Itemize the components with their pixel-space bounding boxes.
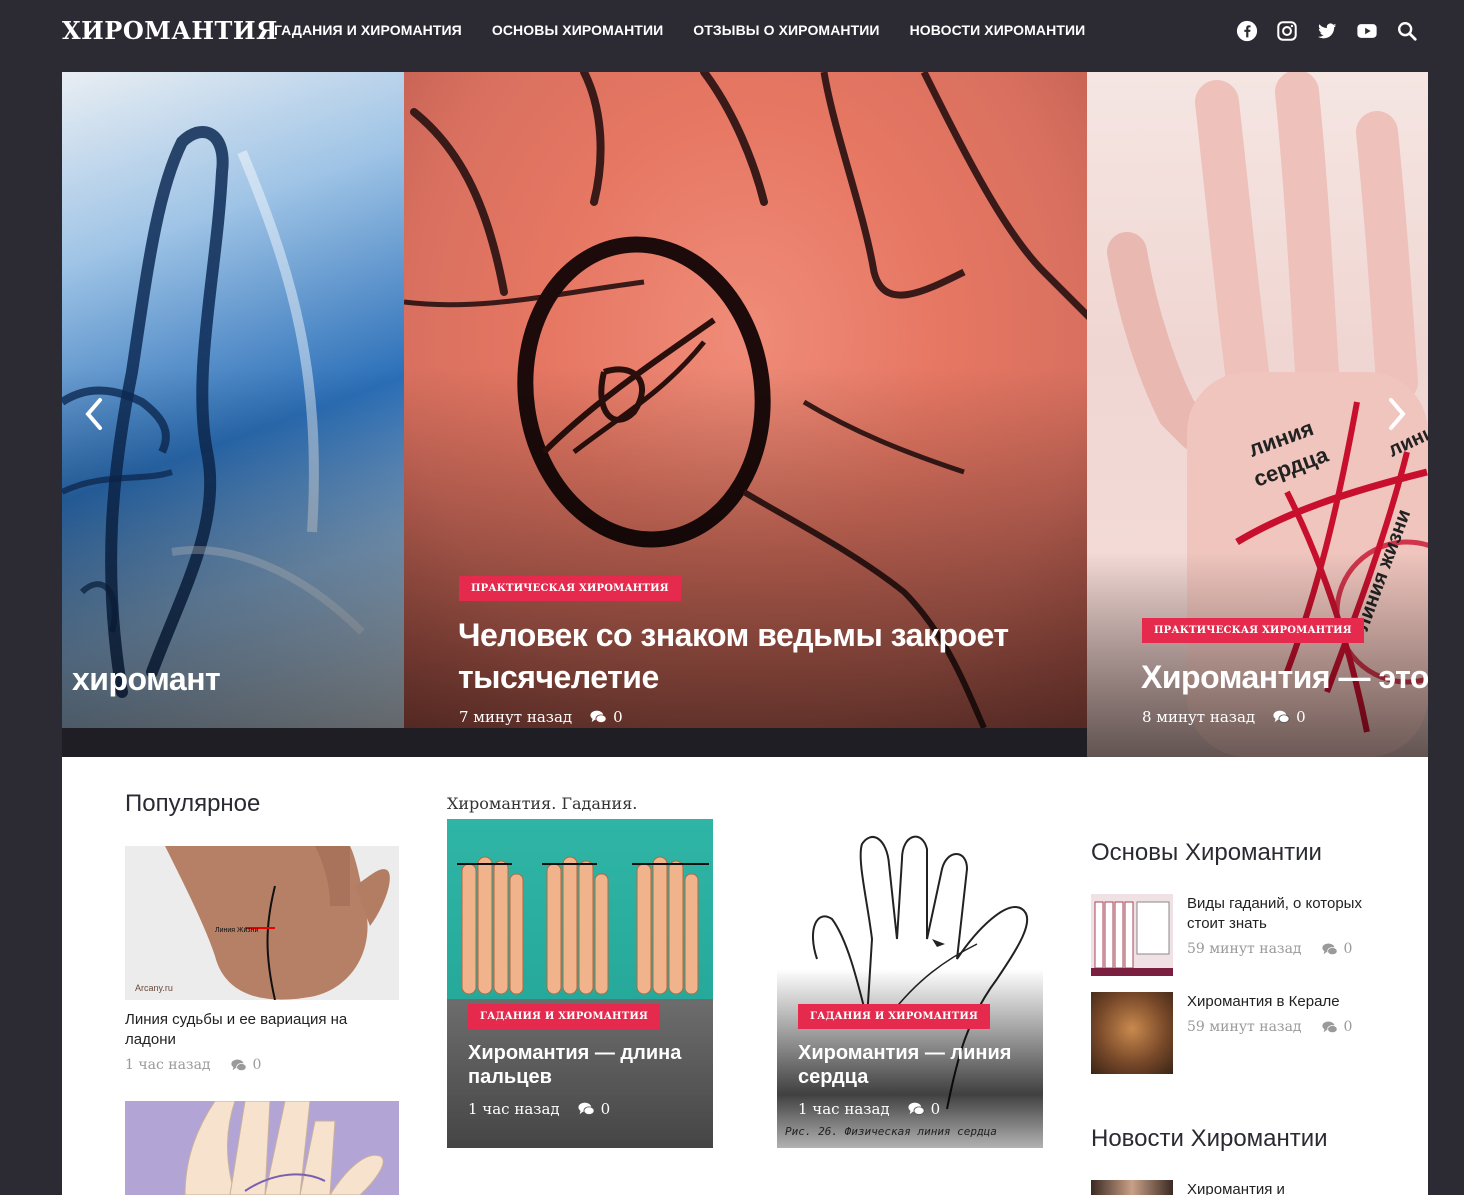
slide-center-category[interactable]: ПРАКТИЧЕСКАЯ ХИРОМАНТИЯ <box>459 576 681 601</box>
center-card-2-image-caption: Рис. 26. Физическая линия сердца <box>785 1125 997 1138</box>
slider-prev-arrow[interactable] <box>82 396 106 432</box>
popular-item-time: 1 час назад <box>125 1057 211 1073</box>
slide-right-time: 8 минут назад <box>1142 708 1256 726</box>
instagram-icon[interactable] <box>1276 20 1298 42</box>
osnovy-item-2-title[interactable]: Хиромантия в Керале <box>1187 992 1362 1012</box>
osnovy-item-1-title[interactable]: Виды гаданий, о которых стоит знать <box>1187 894 1362 934</box>
comments-icon <box>590 710 607 723</box>
slide-right-title[interactable]: Хиромантия — это к <box>1141 656 1428 698</box>
slide-left[interactable]: хиромант <box>62 72 404 728</box>
comments-icon <box>1321 943 1338 955</box>
center-card-2[interactable]: ГАДАНИЯ И ХИРОМАНТИЯ Хиромантия — линия … <box>777 819 1043 1148</box>
slide-right-category[interactable]: ПРАКТИЧЕСКАЯ ХИРОМАНТИЯ <box>1142 618 1364 643</box>
youtube-icon[interactable] <box>1356 20 1378 42</box>
center-card-1-comments[interactable]: 0 <box>578 1100 610 1118</box>
osnovy-item-1-meta: 59 минут назад 0 <box>1187 941 1352 957</box>
popular-item-image-caption: Линия Жизни <box>215 927 258 934</box>
twitter-icon[interactable] <box>1316 20 1338 42</box>
content-area: Популярное Линия Жизни Arcany.ru Линия с… <box>62 757 1428 1195</box>
slide-left-title[interactable]: хиромант <box>72 658 221 700</box>
osnovy-item-1-thumbnail[interactable] <box>1091 894 1173 976</box>
comments-icon <box>230 1059 247 1071</box>
nav-item-osnovy[interactable]: ОСНОВЫ ХИРОМАНТИИ <box>492 22 663 38</box>
slider-next-arrow[interactable] <box>1385 396 1409 432</box>
featured-slider: хиромант ПРАКТИЧЕСКАЯ ХИРОМАНТИЯ Человек… <box>62 72 1428 757</box>
slide-right-comments[interactable]: 0 <box>1273 708 1306 726</box>
facebook-icon[interactable] <box>1236 20 1258 42</box>
novosti-item-1-title[interactable]: Хиромантия и <box>1187 1180 1362 1195</box>
center-card-2-comments[interactable]: 0 <box>908 1100 940 1118</box>
slide-center-time: 7 минут назад <box>459 708 573 726</box>
center-card-2-title[interactable]: Хиромантия — линия сердца <box>798 1041 1018 1089</box>
palm-image: Линия Жизни Arcany.ru <box>135 846 390 1000</box>
comments-icon <box>578 1102 595 1115</box>
popular-heading: Популярное <box>125 790 261 817</box>
center-card-2-category[interactable]: ГАДАНИЯ И ХИРОМАНТИЯ <box>798 1004 991 1029</box>
popular-item-title[interactable]: Линия судьбы и ее вариация на ладони <box>125 1010 385 1050</box>
osnovy-item-2-thumbnail[interactable] <box>1091 992 1173 1074</box>
comments-icon <box>1321 1021 1338 1033</box>
center-card-1-meta: 1 час назад 0 <box>468 1100 610 1118</box>
popular-item-thumbnail[interactable]: Линия Жизни Arcany.ru <box>125 846 399 1000</box>
popular-item-meta: 1 час назад 0 <box>125 1057 261 1073</box>
osnovy-item-1-comments[interactable]: 0 <box>1321 941 1352 957</box>
site-logo[interactable]: ХИРОМАНТИЯ <box>62 16 278 45</box>
center-card-1-time: 1 час назад <box>468 1100 560 1118</box>
popular-item-image-watermark: Arcany.ru <box>135 983 173 993</box>
osnovy-item-2-time: 59 минут назад <box>1187 1019 1302 1035</box>
slide-right[interactable]: линия сердца лини линия жизни ПРАКТИЧЕСК… <box>1087 72 1428 757</box>
fingers-image <box>457 856 709 995</box>
center-widget-heading: Хиромантия. Гадания. <box>447 794 638 813</box>
cards-image <box>1091 894 1173 976</box>
nav-item-otzyvy[interactable]: ОТЗЫВЫ О ХИРОМАНТИИ <box>693 22 879 38</box>
slide-center-title[interactable]: Человек со знаком ведьмы закроет тысячел… <box>458 614 1018 698</box>
slide-center-meta: 7 минут назад 0 <box>459 708 623 726</box>
comments-icon <box>1273 710 1290 723</box>
chevron-right-icon <box>1389 398 1406 430</box>
nav-item-novosti[interactable]: НОВОСТИ ХИРОМАНТИИ <box>910 22 1086 38</box>
nav-item-gadaniya[interactable]: ГАДАНИЯ И ХИРОМАНТИЯ <box>274 22 462 38</box>
novosti-heading: Новости Хиромантии <box>1091 1125 1328 1152</box>
social-links <box>1218 20 1418 42</box>
osnovy-heading: Основы Хиромантии <box>1091 839 1322 866</box>
comments-icon <box>908 1102 925 1115</box>
slide-center[interactable]: ПРАКТИЧЕСКАЯ ХИРОМАНТИЯ Человек со знако… <box>404 72 1087 728</box>
center-card-2-time: 1 час назад <box>798 1100 890 1118</box>
popular-item-thumbnail-2[interactable] <box>125 1101 399 1195</box>
center-card-1-category[interactable]: ГАДАНИЯ И ХИРОМАНТИЯ <box>468 1004 661 1029</box>
osnovy-item-2-comments[interactable]: 0 <box>1321 1019 1352 1035</box>
main-nav: ГАДАНИЯ И ХИРОМАНТИЯ ОСНОВЫ ХИРОМАНТИИ О… <box>274 22 1115 38</box>
search-icon[interactable] <box>1396 20 1418 42</box>
slide-right-shade <box>1087 551 1428 757</box>
chevron-left-icon <box>85 398 102 430</box>
center-card-1[interactable]: ГАДАНИЯ И ХИРОМАНТИЯ Хиромантия — длина … <box>447 819 713 1148</box>
slide-center-comments[interactable]: 0 <box>590 708 623 726</box>
popular-item-comments[interactable]: 0 <box>230 1057 261 1073</box>
center-card-1-title[interactable]: Хиромантия — длина пальцев <box>468 1041 688 1089</box>
center-card-2-meta: 1 час назад 0 <box>798 1100 940 1118</box>
site-header: ХИРОМАНТИЯ ГАДАНИЯ И ХИРОМАНТИЯ ОСНОВЫ Х… <box>0 0 1464 64</box>
palm-image-2 <box>184 1101 384 1195</box>
osnovy-item-2-meta: 59 минут назад 0 <box>1187 1019 1352 1035</box>
osnovy-item-1-time: 59 минут назад <box>1187 941 1302 957</box>
slide-right-meta: 8 минут назад 0 <box>1142 708 1306 726</box>
novosti-item-1-thumbnail[interactable] <box>1091 1180 1173 1195</box>
